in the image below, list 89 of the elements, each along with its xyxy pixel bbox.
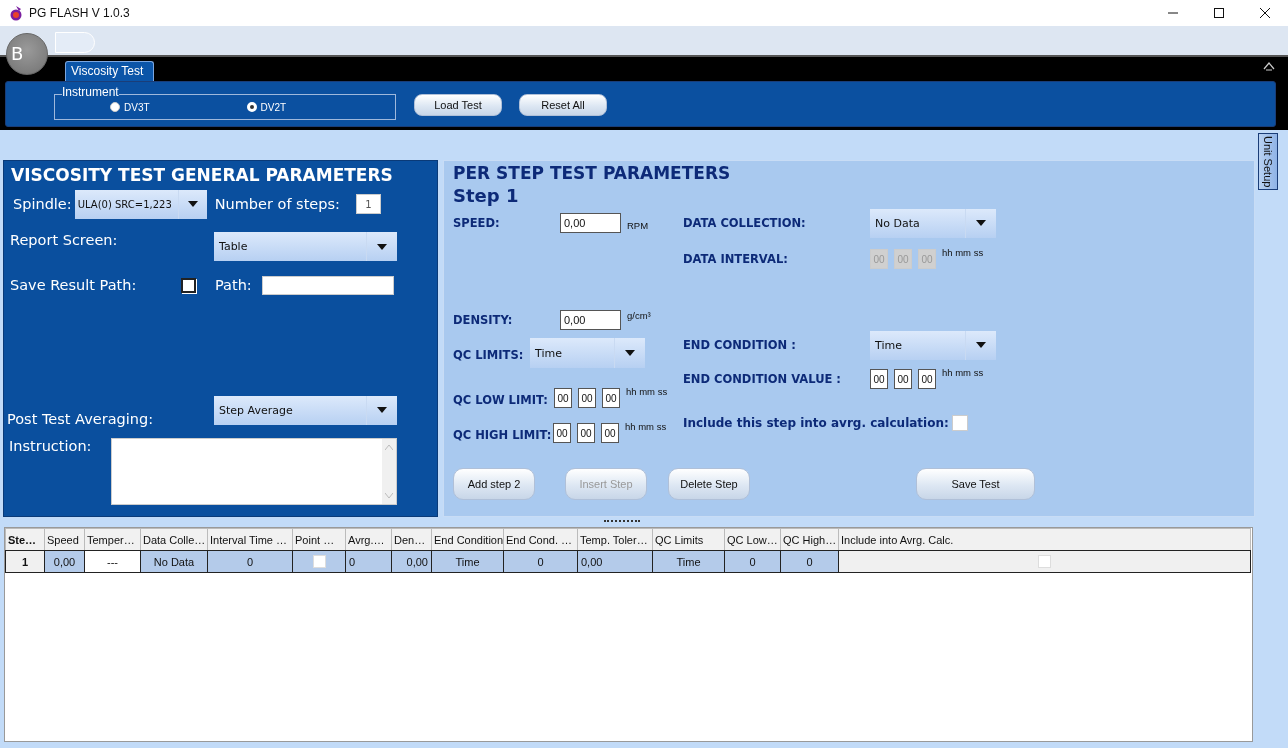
- field-label: QC LIMITS:: [453, 347, 525, 362]
- field-label: Post Test Averaging:: [7, 410, 155, 427]
- column-header[interactable]: QC Limits: [652, 528, 725, 551]
- caret-icon: [976, 220, 986, 226]
- window-title: PG FLASH V 1.0.3: [29, 6, 130, 20]
- panel-title: PER STEP TEST PARAMETERS: [453, 163, 732, 183]
- time-field[interactable]: 00: [554, 388, 572, 408]
- column-header[interactable]: Temp. Toler…: [577, 528, 653, 551]
- time-field[interactable]: 00: [918, 369, 936, 389]
- toolbar-button[interactable]: Load Test: [414, 93, 502, 116]
- field-label: SPEED:: [453, 216, 501, 230]
- quick-access-bar: [55, 32, 95, 54]
- column-header[interactable]: QC Low…: [724, 528, 781, 551]
- column-header[interactable]: Speed: [44, 528, 85, 551]
- step-heading: Step 1: [453, 185, 520, 206]
- field-label: DENSITY:: [453, 313, 514, 327]
- report-dropdown[interactable]: Table: [214, 232, 397, 261]
- column-header[interactable]: Temper…: [84, 528, 141, 551]
- scrollbar[interactable]: [382, 439, 396, 504]
- caret-icon: [377, 243, 387, 250]
- field-label: Save Result Path:: [10, 277, 138, 293]
- unit-label: hh mm ss: [625, 421, 667, 432]
- app-logo-icon: [9, 5, 23, 21]
- caret-icon: [976, 342, 986, 348]
- field-label: DATA COLLECTION:: [683, 216, 807, 230]
- field-label: Instruction:: [9, 438, 93, 454]
- number-field[interactable]: 0,00: [560, 310, 621, 330]
- time-field[interactable]: 00: [894, 369, 912, 389]
- time-field[interactable]: 00: [870, 369, 888, 389]
- column-header[interactable]: Den…: [391, 528, 432, 551]
- scroll-up-icon: [385, 445, 393, 450]
- field-label: Report Screen:: [10, 232, 119, 248]
- table-cell: 1: [5, 550, 45, 573]
- unit-label: hh mm ss: [626, 386, 668, 397]
- toolbar-button[interactable]: Reset All: [519, 93, 607, 116]
- action-button[interactable]: Delete Step: [668, 468, 750, 500]
- close-icon[interactable]: [1259, 7, 1271, 19]
- radio-button[interactable]: [110, 102, 120, 113]
- caret-icon: [625, 350, 635, 356]
- field-label: DATA INTERVAL:: [683, 252, 789, 266]
- field-label: QC LOW LIMIT:: [453, 392, 549, 407]
- time-field[interactable]: 00: [578, 388, 596, 408]
- column-header[interactable]: Point …: [292, 528, 346, 551]
- action-button[interactable]: Add step 2: [453, 468, 535, 500]
- field-label: END CONDITION :: [683, 338, 797, 352]
- time-field[interactable]: 00: [577, 423, 595, 443]
- dropdown[interactable]: No Data: [870, 208, 996, 238]
- unit-label: RPM: [627, 219, 649, 231]
- column-header[interactable]: End Condition: [431, 528, 504, 551]
- checkbox[interactable]: [181, 277, 196, 293]
- field-label: Include this step into avrg. calculation:: [683, 416, 949, 430]
- column-header[interactable]: Interval Time …: [207, 528, 293, 551]
- unit-label: hh mm ss: [942, 247, 984, 258]
- field-label: Spindle:: [13, 196, 72, 212]
- column-header[interactable]: Avrg.…: [345, 528, 392, 551]
- column-header[interactable]: QC High…: [780, 528, 839, 551]
- unit-label: hh mm ss: [942, 367, 984, 378]
- number-field[interactable]: 0,00: [560, 213, 621, 233]
- dropdown[interactable]: Time: [870, 330, 996, 360]
- time-field[interactable]: 00: [601, 423, 619, 443]
- time-field[interactable]: 00: [602, 388, 620, 408]
- caret-icon: [377, 407, 387, 413]
- field-label: END CONDITION VALUE :: [683, 372, 842, 386]
- panel-title: VISCOSITY TEST GENERAL PARAMETERS: [10, 165, 394, 185]
- column-header[interactable]: Ste…: [5, 528, 45, 551]
- instruction-field[interactable]: [111, 438, 397, 505]
- steps-field[interactable]: 1: [355, 194, 381, 214]
- averaging-dropdown[interactable]: Step Average: [214, 395, 397, 425]
- scroll-down-icon: [385, 493, 393, 498]
- field-label: QC HIGH LIMIT:: [453, 427, 553, 442]
- column-header[interactable]: End Cond. …: [503, 528, 578, 551]
- field-label: Path:: [215, 277, 252, 293]
- splitter-grip[interactable]: [603, 520, 640, 525]
- dropdown[interactable]: Time: [530, 338, 645, 368]
- column-header[interactable]: Include into Avrg. Calc.: [838, 528, 1251, 551]
- time-field[interactable]: 00: [553, 423, 571, 443]
- caret-icon: [187, 201, 198, 207]
- spindle-dropdown[interactable]: ULA(0) SRC=1,223: [74, 189, 207, 219]
- tab[interactable]: Viscosity Test: [65, 61, 155, 82]
- collapse-icon: [1263, 61, 1275, 72]
- maximize-icon[interactable]: [1213, 7, 1225, 19]
- side-tab[interactable]: Unit Setup: [1258, 133, 1278, 190]
- action-button[interactable]: Save Test: [916, 468, 1035, 500]
- unit-label: g/cm³: [627, 310, 651, 321]
- field-label: Number of steps:: [214, 196, 340, 212]
- column-header[interactable]: Data Colle…: [140, 528, 208, 551]
- radio-label[interactable]: DV2T: [260, 101, 287, 113]
- path-field[interactable]: [261, 275, 394, 295]
- radio-label[interactable]: DV3T: [124, 101, 150, 113]
